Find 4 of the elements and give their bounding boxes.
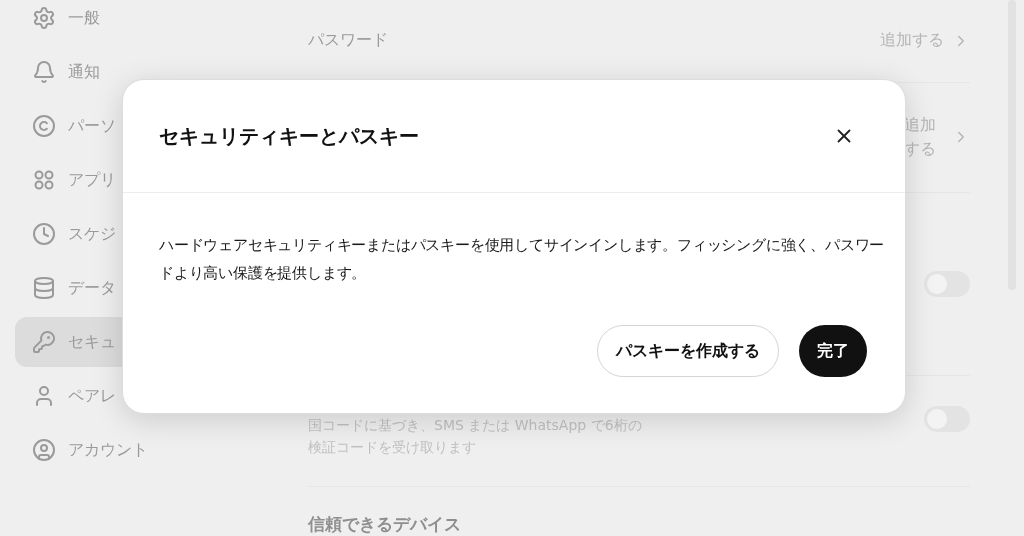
- row-label: パスワード: [308, 30, 388, 52]
- section-heading: 信頼できるデバイス: [308, 513, 461, 536]
- dialog-title: セキュリティキーとパスキー: [159, 122, 419, 150]
- dialog-text: ハードウェアセキュリティキーまたはパスキーを使用してサインインします。フィッシングに強く、パスワードより高い保護を提供します。: [158, 235, 886, 284]
